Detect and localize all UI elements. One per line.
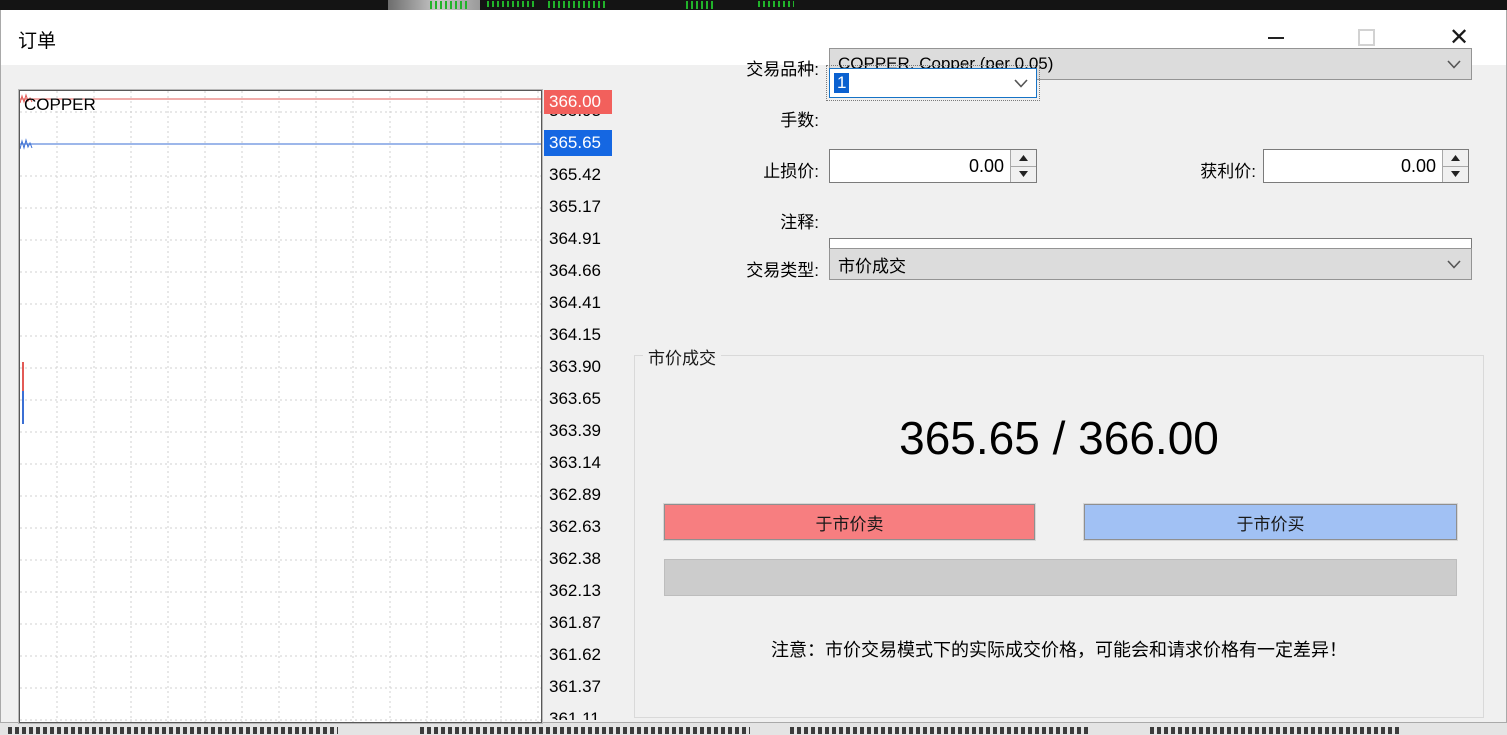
stop-loss-value: 0.00 xyxy=(830,150,1010,182)
volume-label: 手数: xyxy=(629,106,819,131)
background-app-bottom-strip xyxy=(0,723,1507,735)
volume-combobox[interactable]: 1 xyxy=(829,68,1037,98)
volume-value: 1 xyxy=(834,73,849,93)
market-execution-group: 市价成交 365.65 / 366.00 于市价卖 于市价买 注意：市价交易模式… xyxy=(634,355,1484,718)
spin-up-button[interactable] xyxy=(1011,150,1036,166)
comment-label: 注释: xyxy=(629,208,819,233)
clipped-text-fragment xyxy=(420,727,750,734)
price-scale-row: 362.63 xyxy=(544,516,620,538)
chart-tick-marks xyxy=(686,1,716,9)
clipped-text-fragment xyxy=(8,727,338,734)
market-execution-note: 注意：市价交易模式下的实际成交价格，可能会和请求价格有一定差异！ xyxy=(635,636,1483,662)
stop-loss-spinner xyxy=(1010,150,1036,182)
clipped-text-fragment xyxy=(790,727,1090,734)
dialog-title: 订单 xyxy=(18,26,56,53)
price-scale-row: 364.41 xyxy=(544,292,620,314)
order-type-label: 交易类型: xyxy=(629,256,819,281)
ask-price-badge: 366.00 xyxy=(544,90,612,114)
chevron-down-icon xyxy=(1447,260,1461,269)
order-dialog: 订单 ✕ COPPER 366.00 365.65 365.93365.4236… xyxy=(0,10,1507,723)
background-app-top-strip xyxy=(0,0,1507,10)
price-scale-row: 365.42 xyxy=(544,164,620,186)
price-scale-row: 362.13 xyxy=(544,580,620,602)
price-scale-row: 365.17 xyxy=(544,196,620,218)
group-legend: 市价成交 xyxy=(643,344,721,369)
symbol-label: 交易品种: xyxy=(629,55,819,80)
price-scale-row: 363.14 xyxy=(544,452,620,474)
stop-loss-field[interactable]: 0.00 xyxy=(829,149,1037,183)
maximize-icon xyxy=(1358,29,1375,46)
chart-tick-marks xyxy=(430,1,470,9)
clipped-text-fragment xyxy=(1150,727,1400,734)
chevron-down-icon xyxy=(1447,60,1461,69)
chart-symbol-label: COPPER xyxy=(24,95,96,115)
take-profit-value: 0.00 xyxy=(1264,150,1442,182)
price-scale-row: 364.66 xyxy=(544,260,620,282)
price-scale: 366.00 365.65 365.93365.42365.17364.9136… xyxy=(544,90,620,720)
minimize-icon xyxy=(1268,37,1284,39)
price-scale-row: 363.65 xyxy=(544,388,620,410)
price-scale-row: 361.11 xyxy=(544,708,620,720)
chart-tick-marks xyxy=(758,1,794,7)
bid-ask-quote: 365.65 / 366.00 xyxy=(635,411,1483,465)
order-type-select[interactable]: 市价成交 xyxy=(829,248,1472,280)
spin-down-button[interactable] xyxy=(1011,166,1036,183)
tick-chart: COPPER xyxy=(19,90,542,723)
price-scale-row: 364.15 xyxy=(544,324,620,346)
price-scale-row: 363.90 xyxy=(544,356,620,378)
take-profit-label: 获利价: xyxy=(1066,157,1256,182)
price-scale-row: 364.91 xyxy=(544,228,620,250)
bid-price-badge: 365.65 xyxy=(544,130,612,156)
close-icon: ✕ xyxy=(1449,26,1469,50)
take-profit-spinner xyxy=(1442,150,1468,182)
spin-up-button[interactable] xyxy=(1443,150,1468,166)
stop-loss-label: 止损价: xyxy=(629,157,819,182)
take-profit-field[interactable]: 0.00 xyxy=(1263,149,1469,183)
price-scale-row: 361.37 xyxy=(544,676,620,698)
chart-tick-marks xyxy=(487,1,537,7)
spin-down-button[interactable] xyxy=(1443,166,1468,183)
price-scale-row: 363.39 xyxy=(544,420,620,442)
price-scale-row: 361.62 xyxy=(544,644,620,666)
price-scale-row: 362.38 xyxy=(544,548,620,570)
tick-chart-canvas xyxy=(20,91,541,722)
price-scale-row: 361.87 xyxy=(544,612,620,634)
chart-tick-marks xyxy=(548,1,606,8)
sell-by-market-button[interactable]: 于市价卖 xyxy=(664,504,1035,540)
price-scale-row: 362.89 xyxy=(544,484,620,506)
order-type-value: 市价成交 xyxy=(838,252,1447,277)
chevron-down-icon xyxy=(1014,79,1028,88)
disabled-action-bar xyxy=(664,559,1457,596)
buy-by-market-button[interactable]: 于市价买 xyxy=(1084,504,1457,540)
